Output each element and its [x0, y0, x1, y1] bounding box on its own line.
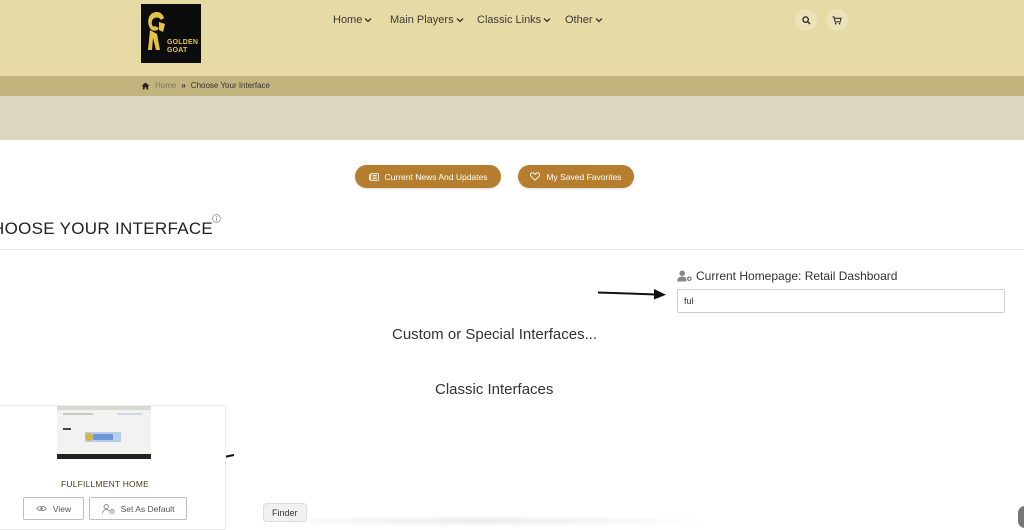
nav-other[interactable]: Other: [565, 14, 615, 26]
newspaper-icon: [368, 172, 379, 181]
breadcrumb-separator-icon: »: [181, 81, 186, 90]
logo-text: GOLDEN GOAT: [167, 39, 199, 54]
interface-filter-input[interactable]: [677, 289, 1005, 313]
heart-icon: [530, 172, 541, 181]
title-divider: [0, 249, 1024, 250]
eye-icon: [36, 506, 47, 511]
current-news-button[interactable]: Current News And Updates: [355, 165, 501, 188]
interface-thumbnail[interactable]: [57, 406, 151, 459]
cart-button[interactable]: [826, 9, 848, 31]
annotation-arrow-right-icon: [597, 289, 666, 300]
page-title: HOOSE YOUR INTERFACE: [0, 219, 214, 238]
chevron-down-icon: [595, 18, 602, 23]
saved-favorites-button[interactable]: My Saved Favorites: [518, 165, 634, 188]
thumbnail-preview-icon: [57, 406, 151, 459]
classic-interfaces-heading: Classic Interfaces: [435, 381, 554, 398]
breadcrumb-current: Choose Your Interface: [190, 81, 270, 90]
chevron-down-icon: [543, 18, 551, 23]
goat-logo-icon: [148, 12, 165, 50]
nav-main-players[interactable]: Main Players: [390, 14, 470, 26]
breadcrumb-home-link[interactable]: Home: [155, 81, 176, 90]
site-header: GOLDEN GOAT Home Main Players Classic Li…: [0, 0, 1024, 76]
breadcrumb-bar: Home » Choose Your Interface: [0, 76, 1024, 96]
nav-classic-links[interactable]: Classic Links: [477, 14, 557, 26]
home-icon[interactable]: [141, 81, 150, 90]
search-icon: [801, 15, 811, 25]
search-button[interactable]: [795, 9, 817, 31]
chevron-down-icon: [456, 18, 464, 23]
interface-card-title: FULFILLMENT HOME: [60, 479, 150, 489]
chevron-down-icon: [364, 18, 372, 23]
sub-banner: [0, 96, 1024, 140]
user-gear-icon: [101, 503, 114, 514]
breadcrumb: Home » Choose Your Interface: [141, 81, 270, 90]
set-as-default-button[interactable]: Set As Default: [89, 497, 187, 520]
dock-shadow: [240, 515, 720, 527]
custom-interfaces-heading: Custom or Special Interfaces...: [392, 326, 598, 343]
edge-control-handle[interactable]: [1018, 506, 1024, 528]
finder-tooltip: Finder: [263, 503, 307, 522]
user-gear-icon: [677, 270, 692, 282]
golden-goat-logo[interactable]: GOLDEN GOAT: [141, 4, 201, 63]
cart-icon: [832, 15, 842, 25]
current-homepage-label: Current Homepage: Retail Dashboard: [677, 269, 897, 283]
info-icon[interactable]: [212, 214, 221, 223]
interface-card: FULFILLMENT HOME View Set As Default: [0, 405, 226, 530]
nav-home[interactable]: Home: [333, 14, 383, 26]
view-button[interactable]: View: [23, 497, 84, 520]
